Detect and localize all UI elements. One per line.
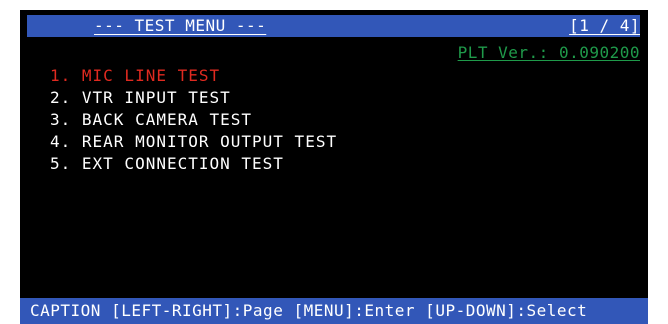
test-menu-screen: --- TEST MENU --- [1 / 4] PLT Ver.: 0.09… [20, 10, 648, 324]
menu-item-vtr-input-test[interactable]: 2. VTR INPUT TEST [50, 87, 337, 109]
menu-item-back-camera-test[interactable]: 3. BACK CAMERA TEST [50, 109, 337, 131]
help-status-bar: CAPTION [LEFT-RIGHT]:Page [MENU]:Enter [… [20, 298, 648, 324]
title-bar: --- TEST MENU --- [1 / 4] [27, 15, 640, 37]
test-menu-list: 1. MIC LINE TEST 2. VTR INPUT TEST 3. BA… [50, 65, 337, 175]
menu-item-rear-monitor-output-test[interactable]: 4. REAR MONITOR OUTPUT TEST [50, 131, 337, 153]
menu-item-mic-line-test[interactable]: 1. MIC LINE TEST [50, 65, 337, 87]
menu-item-ext-connection-test[interactable]: 5. EXT CONNECTION TEST [50, 153, 337, 175]
page-indicator: [1 / 4] [569, 16, 640, 35]
version-label: PLT Ver.: 0.090200 [457, 43, 640, 62]
help-caption: CAPTION [LEFT-RIGHT]:Page [MENU]:Enter [… [30, 301, 588, 320]
menu-title: --- TEST MENU --- [94, 16, 267, 35]
